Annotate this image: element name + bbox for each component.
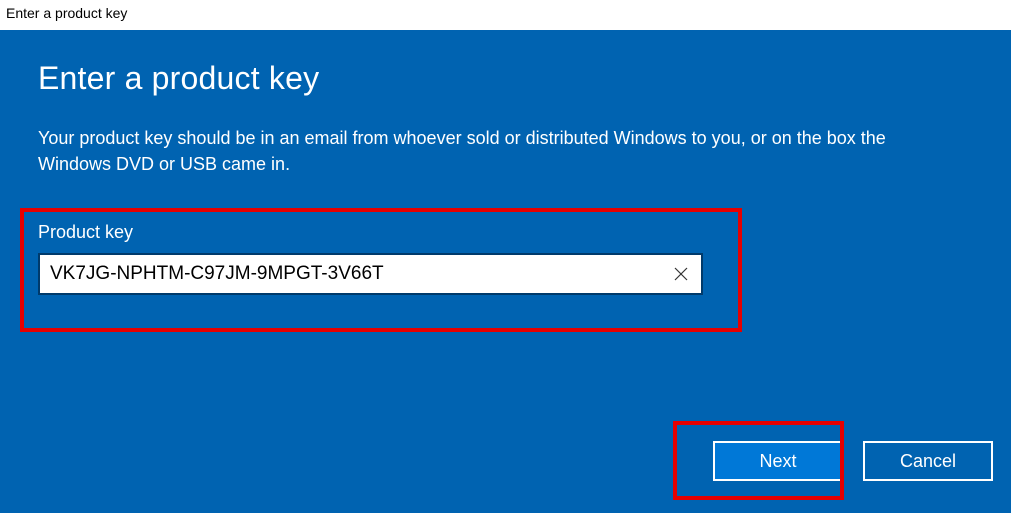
product-key-input[interactable] — [40, 255, 661, 293]
product-key-label: Product key — [38, 222, 723, 243]
dialog-heading: Enter a product key — [38, 60, 973, 97]
dialog-panel: Enter a product key Your product key sho… — [0, 30, 1011, 513]
dialog-description: Your product key should be in an email f… — [38, 125, 958, 177]
clear-input-button[interactable] — [661, 255, 701, 293]
dialog-button-row: Next Cancel — [713, 441, 993, 481]
next-button[interactable]: Next — [713, 441, 843, 481]
window-titlebar: Enter a product key — [0, 0, 1011, 30]
close-icon — [674, 267, 688, 281]
cancel-button[interactable]: Cancel — [863, 441, 993, 481]
product-key-field-group: Product key — [38, 222, 723, 295]
product-key-input-wrap — [38, 253, 703, 295]
window-title: Enter a product key — [6, 5, 127, 21]
